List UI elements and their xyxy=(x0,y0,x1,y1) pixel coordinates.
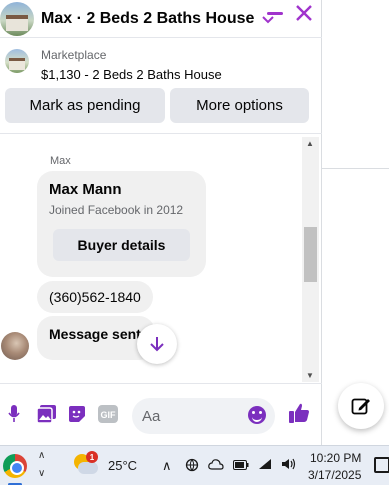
sticker-icon[interactable] xyxy=(67,404,87,424)
listing-label: Marketplace xyxy=(41,48,107,62)
volume-icon[interactable] xyxy=(281,458,297,473)
message-composer: GIF xyxy=(0,383,322,445)
message-bubble-phone[interactable]: (360)562-1840 xyxy=(37,281,153,313)
more-options-button[interactable]: More options xyxy=(170,88,309,123)
chat-title[interactable]: Max · 2 Beds 2 Baths House xyxy=(41,10,254,28)
chevron-up-icon[interactable]: ∧ xyxy=(162,458,172,474)
message-scrollbar[interactable]: ▲ ▼ xyxy=(302,137,319,382)
listing-avatar[interactable] xyxy=(0,1,34,36)
new-message-button[interactable] xyxy=(338,383,384,429)
profile-card: Max Mann Joined Facebook in 2012 Buyer d… xyxy=(37,171,206,277)
gif-icon[interactable]: GIF xyxy=(98,404,118,424)
taskbar-chevron-up-icon[interactable]: ∧ xyxy=(38,447,45,465)
network-icon[interactable] xyxy=(185,458,199,475)
photo-icon[interactable] xyxy=(36,404,56,424)
notifications-icon[interactable] xyxy=(374,457,389,473)
onedrive-icon[interactable] xyxy=(208,458,224,473)
wifi-icon[interactable] xyxy=(258,458,272,473)
profile-name: Max Mann xyxy=(49,181,122,198)
screen: Max · 2 Beds 2 Baths House Marketplace $… xyxy=(0,0,389,485)
gif-label: GIF xyxy=(101,410,117,420)
scroll-up-arrow-icon[interactable]: ▲ xyxy=(306,139,314,148)
scroll-down-arrow-icon[interactable]: ▼ xyxy=(306,371,314,380)
sender-name: Max xyxy=(50,155,71,167)
background-divider xyxy=(322,168,389,169)
sender-avatar[interactable] xyxy=(1,332,29,360)
chat-window: Max · 2 Beds 2 Baths House Marketplace $… xyxy=(0,0,322,445)
listing-title[interactable]: $1,130 - 2 Beds 2 Baths House xyxy=(41,67,222,82)
profile-subtitle: Joined Facebook in 2012 xyxy=(49,203,184,217)
chrome-icon[interactable] xyxy=(3,454,27,478)
weather-icon[interactable]: 1 xyxy=(74,451,100,478)
temperature[interactable]: 25°C xyxy=(108,458,137,473)
chat-header[interactable]: Max · 2 Beds 2 Baths House xyxy=(0,0,322,38)
weather-badge: 1 xyxy=(86,451,98,463)
listing-thumbnail[interactable] xyxy=(5,49,29,73)
buyer-details-button[interactable]: Buyer details xyxy=(53,229,190,261)
compose-icon xyxy=(351,398,370,415)
message-list[interactable]: Max Max Mann Joined Facebook in 2012 Buy… xyxy=(0,135,322,383)
microphone-icon[interactable] xyxy=(4,404,24,424)
scrollbar-thumb[interactable] xyxy=(304,227,317,282)
battery-icon[interactable] xyxy=(233,458,249,473)
cloud-icon xyxy=(78,462,98,474)
minimize-icon[interactable] xyxy=(267,12,283,15)
arrow-down-icon xyxy=(150,337,164,352)
clock-time[interactable]: 10:20 PM xyxy=(310,451,361,465)
scroll-to-bottom-button[interactable] xyxy=(137,324,177,364)
taskbar-overflow-arrows[interactable]: ∧ ∨ xyxy=(38,447,45,483)
like-icon[interactable] xyxy=(288,402,310,424)
taskbar: ∧ ∨ 1 25°C ∧ 10:20 PM 3/17/2025 xyxy=(0,445,389,485)
close-icon[interactable] xyxy=(294,3,314,28)
emoji-icon[interactable] xyxy=(248,406,266,424)
marketplace-listing: Marketplace $1,130 - 2 Beds 2 Baths Hous… xyxy=(0,38,322,134)
clock-date[interactable]: 3/17/2025 xyxy=(308,468,361,482)
taskbar-chevron-down-icon[interactable]: ∨ xyxy=(38,465,45,483)
mark-pending-button[interactable]: Mark as pending xyxy=(5,88,165,123)
